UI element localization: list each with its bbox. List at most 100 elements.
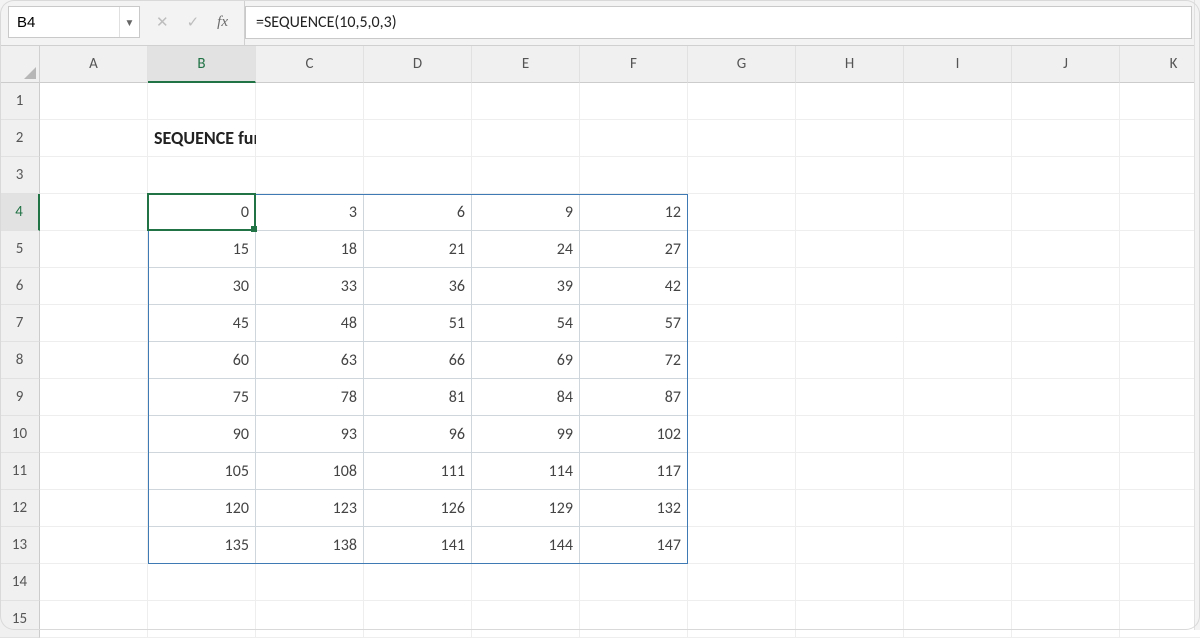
cell-K14[interactable]: [1120, 564, 1200, 601]
cell-A8[interactable]: [40, 342, 148, 379]
cell-A9[interactable]: [40, 379, 148, 416]
cell-C3[interactable]: [256, 157, 364, 194]
cell-G1[interactable]: [688, 83, 796, 120]
cell-G12[interactable]: [688, 490, 796, 527]
cell-H2[interactable]: [796, 120, 904, 157]
cell-K1[interactable]: [1120, 83, 1200, 120]
cell-I1[interactable]: [904, 83, 1012, 120]
cell-E8[interactable]: 69: [472, 342, 580, 379]
cell-K2[interactable]: [1120, 120, 1200, 157]
cell-G11[interactable]: [688, 453, 796, 490]
cell-K5[interactable]: [1120, 231, 1200, 268]
cell-H11[interactable]: [796, 453, 904, 490]
cell-K4[interactable]: [1120, 194, 1200, 231]
cell-K15[interactable]: [1120, 601, 1200, 638]
cell-H4[interactable]: [796, 194, 904, 231]
cell-H1[interactable]: [796, 83, 904, 120]
cancel-icon[interactable]: ✕: [156, 13, 169, 32]
cell-D2[interactable]: [364, 120, 472, 157]
cell-B6[interactable]: 30: [148, 268, 256, 305]
cell-C12[interactable]: 123: [256, 490, 364, 527]
worksheet-grid[interactable]: ABCDEFGHIJK12SEQUENCE function3403691251…: [0, 46, 1200, 638]
cell-D13[interactable]: 141: [364, 527, 472, 564]
select-all-corner[interactable]: [0, 46, 40, 83]
row-header-10[interactable]: 10: [0, 416, 40, 453]
row-header-2[interactable]: 2: [0, 120, 40, 157]
cell-B4[interactable]: 0: [148, 194, 256, 231]
cell-D6[interactable]: 36: [364, 268, 472, 305]
cell-G14[interactable]: [688, 564, 796, 601]
cell-A1[interactable]: [40, 83, 148, 120]
cell-I15[interactable]: [904, 601, 1012, 638]
cell-D5[interactable]: 21: [364, 231, 472, 268]
col-header-B[interactable]: B: [148, 46, 256, 83]
cell-J2[interactable]: [1012, 120, 1120, 157]
cell-H15[interactable]: [796, 601, 904, 638]
cell-G2[interactable]: [688, 120, 796, 157]
cell-E10[interactable]: 99: [472, 416, 580, 453]
cell-J10[interactable]: [1012, 416, 1120, 453]
cell-A14[interactable]: [40, 564, 148, 601]
cell-I4[interactable]: [904, 194, 1012, 231]
cell-A12[interactable]: [40, 490, 148, 527]
cell-I9[interactable]: [904, 379, 1012, 416]
cell-K8[interactable]: [1120, 342, 1200, 379]
cell-A2[interactable]: [40, 120, 148, 157]
cell-B12[interactable]: 120: [148, 490, 256, 527]
cell-D14[interactable]: [364, 564, 472, 601]
cell-D7[interactable]: 51: [364, 305, 472, 342]
cell-B1[interactable]: [148, 83, 256, 120]
cell-F15[interactable]: [580, 601, 688, 638]
cell-H7[interactable]: [796, 305, 904, 342]
cell-E4[interactable]: 9: [472, 194, 580, 231]
cell-H9[interactable]: [796, 379, 904, 416]
cell-C8[interactable]: 63: [256, 342, 364, 379]
cell-H8[interactable]: [796, 342, 904, 379]
cell-F5[interactable]: 27: [580, 231, 688, 268]
cell-A13[interactable]: [40, 527, 148, 564]
cell-B3[interactable]: [148, 157, 256, 194]
cell-B10[interactable]: 90: [148, 416, 256, 453]
col-header-F[interactable]: F: [580, 46, 688, 83]
cell-J14[interactable]: [1012, 564, 1120, 601]
cell-D11[interactable]: 111: [364, 453, 472, 490]
cell-D9[interactable]: 81: [364, 379, 472, 416]
cell-A11[interactable]: [40, 453, 148, 490]
col-header-I[interactable]: I: [904, 46, 1012, 83]
row-header-7[interactable]: 7: [0, 305, 40, 342]
cell-I10[interactable]: [904, 416, 1012, 453]
cell-B13[interactable]: 135: [148, 527, 256, 564]
cell-D12[interactable]: 126: [364, 490, 472, 527]
cell-K12[interactable]: [1120, 490, 1200, 527]
cell-E13[interactable]: 144: [472, 527, 580, 564]
cell-J11[interactable]: [1012, 453, 1120, 490]
cell-G7[interactable]: [688, 305, 796, 342]
cell-F7[interactable]: 57: [580, 305, 688, 342]
col-header-A[interactable]: A: [40, 46, 148, 83]
cell-J4[interactable]: [1012, 194, 1120, 231]
name-box-input[interactable]: [9, 7, 119, 37]
row-header-4[interactable]: 4: [0, 194, 40, 231]
cell-E1[interactable]: [472, 83, 580, 120]
cell-E9[interactable]: 84: [472, 379, 580, 416]
cell-G4[interactable]: [688, 194, 796, 231]
cell-I3[interactable]: [904, 157, 1012, 194]
cell-I8[interactable]: [904, 342, 1012, 379]
cell-E7[interactable]: 54: [472, 305, 580, 342]
cell-G10[interactable]: [688, 416, 796, 453]
cell-B7[interactable]: 45: [148, 305, 256, 342]
cell-C13[interactable]: 138: [256, 527, 364, 564]
row-header-11[interactable]: 11: [0, 453, 40, 490]
cell-C15[interactable]: [256, 601, 364, 638]
cell-J5[interactable]: [1012, 231, 1120, 268]
row-header-9[interactable]: 9: [0, 379, 40, 416]
formula-input[interactable]: =SEQUENCE(10,5,0,3): [245, 6, 1192, 39]
cell-B2[interactable]: SEQUENCE function: [148, 120, 256, 157]
cell-A7[interactable]: [40, 305, 148, 342]
cell-J9[interactable]: [1012, 379, 1120, 416]
cell-B11[interactable]: 105: [148, 453, 256, 490]
cell-H10[interactable]: [796, 416, 904, 453]
col-header-E[interactable]: E: [472, 46, 580, 83]
fx-icon[interactable]: fx: [217, 14, 228, 31]
cell-G13[interactable]: [688, 527, 796, 564]
